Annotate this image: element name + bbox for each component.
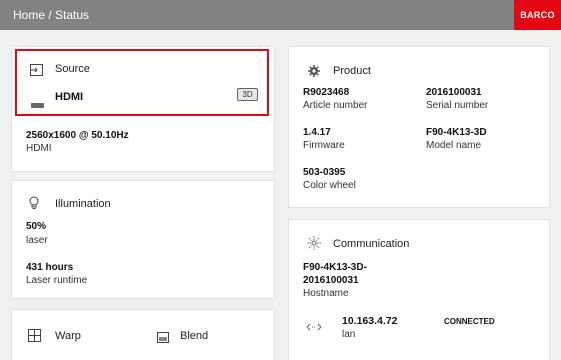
breadcrumb[interactable]: Home / Status xyxy=(13,8,89,22)
communication-title: Communication xyxy=(333,238,410,250)
ip-address-value: 10.163.4.72 xyxy=(342,315,398,327)
model-name-value: F90-4K13-3D xyxy=(426,127,487,138)
warp-icon xyxy=(28,329,41,347)
warp-blend-card[interactable] xyxy=(12,310,274,360)
connection-status: CONNECTED xyxy=(444,317,495,326)
blend-icon xyxy=(157,330,169,348)
top-bar: Home / Status BARCO xyxy=(0,0,561,30)
firmware-value: 1.4.17 xyxy=(303,127,331,138)
article-number-value: R9023468 xyxy=(303,87,350,98)
hdmi-connector-icon xyxy=(31,95,44,113)
firmware-label: Firmware xyxy=(303,140,345,151)
ip-interface-label: lan xyxy=(342,329,356,340)
product-title: Product xyxy=(333,65,371,77)
serial-number-value: 2016100031 xyxy=(426,87,482,98)
link-arrows-icon xyxy=(306,319,322,337)
laser-runtime-value: 431 hours xyxy=(26,262,74,273)
barco-logo: BARCO xyxy=(514,0,561,30)
illumination-title: Illumination xyxy=(55,198,111,210)
3d-badge: 3D xyxy=(237,88,258,101)
source-input-name: HDMI xyxy=(55,91,84,103)
network-icon xyxy=(307,236,321,255)
source-highlight xyxy=(15,49,269,116)
source-title: Source xyxy=(55,63,90,75)
resolution-value: 2560x1600 @ 50.10Hz xyxy=(26,130,129,141)
hostname-value-line1: F90-4K13-3D- xyxy=(303,262,367,273)
laser-runtime-label: Laser runtime xyxy=(26,275,88,286)
warp-label[interactable]: Warp xyxy=(55,330,81,342)
gear-icon xyxy=(308,64,320,82)
resolution-label: HDMI xyxy=(26,143,52,154)
laser-level-label: laser xyxy=(26,235,48,246)
blend-label[interactable]: Blend xyxy=(180,330,208,342)
hostname-label: Hostname xyxy=(303,288,349,299)
input-icon xyxy=(30,63,43,81)
article-number-label: Article number xyxy=(303,100,368,111)
model-name-label: Model name xyxy=(426,140,482,151)
laser-level-value: 50% xyxy=(26,221,47,232)
color-wheel-value: 503-0395 xyxy=(303,167,346,178)
color-wheel-label: Color wheel xyxy=(303,180,356,191)
lightbulb-icon xyxy=(29,196,39,214)
hostname-value-line2: 2016100031 xyxy=(303,275,359,286)
serial-number-label: Serial number xyxy=(426,100,489,111)
